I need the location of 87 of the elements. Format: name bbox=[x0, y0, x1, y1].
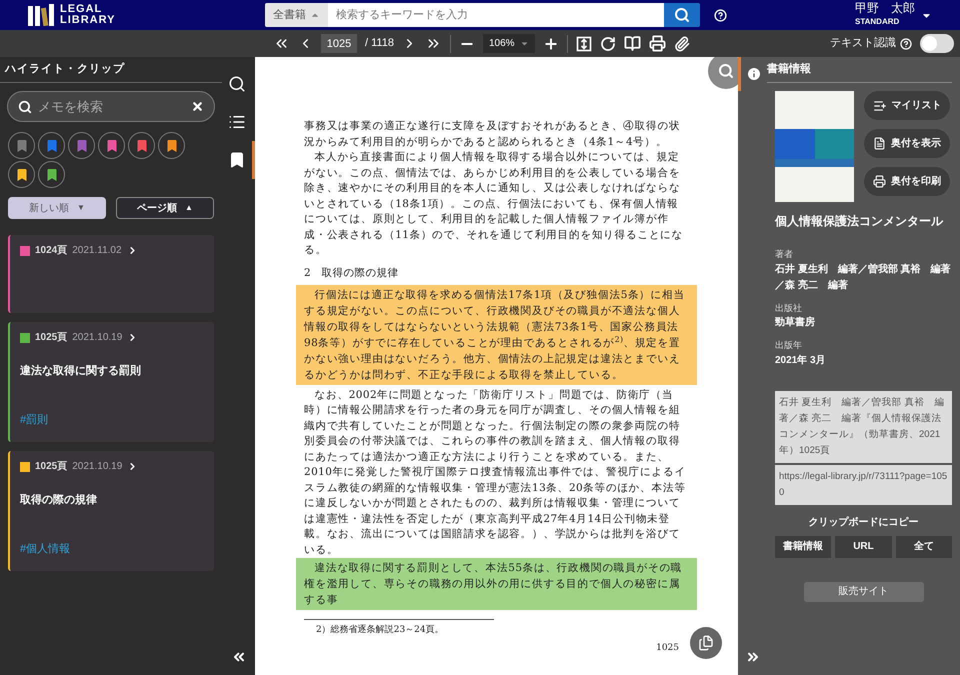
search-icon bbox=[718, 63, 734, 79]
clip-date: 2021.11.02 bbox=[72, 244, 122, 258]
search-field[interactable]: 検索するキーワードを入力 bbox=[328, 3, 664, 27]
list-icon bbox=[228, 113, 246, 131]
paperclip-icon[interactable] bbox=[674, 36, 690, 52]
clip-page: 1024頁 bbox=[35, 244, 68, 258]
memo-search-field[interactable]: メモを検索 bbox=[7, 91, 215, 122]
help-icon[interactable] bbox=[714, 8, 727, 22]
color-filter-button[interactable] bbox=[8, 161, 35, 188]
search-icon bbox=[18, 100, 32, 114]
clip-memo: 違法な取得に関する罰則 bbox=[20, 364, 142, 379]
copy-label: クリップボードにコピー bbox=[808, 515, 918, 530]
field-label: 出版年 bbox=[775, 339, 803, 352]
action-button[interactable]: マイリスト bbox=[864, 91, 950, 120]
field-value: 石井 夏生利 編著／曽我部 真裕 編著／森 亮二 編著 bbox=[775, 262, 952, 292]
panel-title: ハイライト・クリップ bbox=[5, 62, 125, 78]
sort-arrow: ▲ bbox=[185, 202, 193, 214]
field-value: 2021年 3月 bbox=[775, 354, 827, 368]
clip-page: 1025頁 bbox=[35, 331, 68, 345]
highlighted-paragraph: 行個法には適正な取得を求める個情法17条1項（及び独個法5条）に相当する規定がない。この点について、行政機関及びその職員が不適法な個人情報の取得をしてはならないという法規範（憲法73条1号、国家公務員法98条等）がすでに存在していることが理由であるとされるが$^{2)}$、規定を置かない強い理由はないだろう。他方、個情法の上記規定は違法とまでいえるかどうかは問わず、不正な手段による取得を禁止している。 bbox=[296, 284, 697, 384]
print-icon[interactable] bbox=[648, 35, 666, 52]
copy-button[interactable]: URL bbox=[835, 536, 892, 558]
zoom-in-icon[interactable] bbox=[542, 36, 559, 52]
bookmark-icon bbox=[228, 151, 246, 169]
zoom-dropdown[interactable]: 106% bbox=[482, 34, 535, 53]
color-filter-button[interactable] bbox=[158, 132, 185, 159]
page-total: / 1118 bbox=[365, 36, 394, 52]
document-icon bbox=[873, 137, 886, 150]
footnote: 2）総務省逐条解説23～24頁。 bbox=[316, 624, 445, 636]
action-button[interactable]: 奥付を表示 bbox=[864, 129, 950, 158]
clip-card[interactable]: 1025頁 2021.10.19 違法な取得に関する罰則 #罰則 bbox=[8, 322, 214, 442]
paragraph: なお、2002年に問題となった「防衛庁リスト」問題では、防衛庁（当時）に情報公開請求を行った者の身元を同庁が調査し、その個人情報を組織内で共有していたことが問題となった。行個法制定の際の衆参両院の特別委員会の付帯決議では、これらの事件の教訓を踏まえ、個人情報の取得にあたっては適法かつ適正な方法により行うことを求めている。また、2010年に発覚した警視庁国際テロ捜査情報流出事件では、警視庁によるイスラム教徒の網羅的な情報収集・管理が憲法13条、20条等のほか、本法等に違反しないかが問題とされたものの、裁判所は情報収集・管理については違憲性・違法性を否定したが（東京高判平成27年4月14日公刊物未登載。なお、流出については国賠請求を認容。）、学説からは批判を浴びている。 bbox=[303, 388, 687, 558]
citation-text: 石井 夏生利 編著／曽我部 真裕 編著／森 亮二 編著『個人情報保護法コンメンタール』（勁草書房、2021年）1025頁 bbox=[775, 390, 952, 462]
sort-arrow: ▼ bbox=[77, 202, 85, 214]
book-title: 個人情報保護法コンメンタール bbox=[775, 213, 944, 230]
color-filter-button[interactable] bbox=[68, 132, 95, 159]
url-text: https://legal-library.jp/r/73111?page=1050 bbox=[775, 464, 952, 504]
field-label: 出版社 bbox=[775, 302, 803, 314]
logo-icon bbox=[28, 4, 54, 26]
paragraph: 事務又は事業の適正な遂行に支障を及ぼすおそれがあるとき、④取得の状況からみて利用目的が明らかであると認められるとき（4条1～4号）。 bbox=[303, 119, 682, 150]
copy-button[interactable]: 書籍情報 bbox=[775, 536, 832, 558]
book-icon[interactable] bbox=[624, 35, 641, 52]
clip-page: 1025頁 bbox=[35, 460, 68, 474]
color-filter-button[interactable] bbox=[128, 132, 155, 159]
search-icon bbox=[674, 7, 690, 23]
user-name: 甲野 太郎 bbox=[855, 2, 915, 15]
color-filter-button[interactable] bbox=[8, 132, 35, 159]
search-button[interactable] bbox=[664, 3, 700, 27]
clip-memo: 取得の際の規律 bbox=[20, 492, 98, 508]
clip-tag[interactable]: #個人情報 bbox=[20, 540, 204, 557]
text-recognition-label: テキスト認識 bbox=[830, 36, 896, 52]
search-icon bbox=[228, 75, 246, 93]
field-label: 著者 bbox=[775, 248, 794, 261]
action-button[interactable]: 奥付を印刷 bbox=[864, 167, 950, 196]
logo-text: LIBRARY bbox=[60, 15, 116, 26]
clip-tag[interactable]: #罰則 bbox=[20, 412, 204, 428]
scope-dropdown[interactable]: 全書籍 bbox=[265, 3, 328, 27]
print-icon bbox=[873, 175, 886, 188]
memo-search-input[interactable]: メモを検索 bbox=[38, 96, 185, 116]
color-filter-button[interactable] bbox=[38, 161, 65, 188]
shop-button[interactable]: 販売サイト bbox=[804, 582, 924, 602]
clip-card[interactable]: 1024頁 2021.11.02 bbox=[8, 235, 214, 313]
clip-card[interactable]: 1025頁 2021.10.19 取得の際の規律 #個人情報 bbox=[8, 451, 214, 571]
rotate-icon[interactable] bbox=[600, 36, 616, 52]
panel-title: 書籍情報 bbox=[767, 62, 811, 78]
section-heading: 2 取得の際の規律 bbox=[304, 266, 400, 280]
field-value: 勁草書房 bbox=[775, 315, 816, 330]
copy-button[interactable]: 全て bbox=[896, 536, 952, 558]
user-plan: STANDARD bbox=[855, 16, 900, 28]
logo-text: LEGAL bbox=[60, 4, 104, 15]
paragraph: 本人から直接書面により個人情報を取得する場合以外については、規定がない。この点、個情法では、あらかじめ利用目的を公表している場合を除き、速やかにその利用目的を本人に通知し、又は公表しなければならないとされている（18条1項）。この点、行個法においても、保有個人情報については、原則として、利用目的を記載した個人情報ファイル簿が作成・公表される（11条）ので、それを通じて利用目的を知り得ることになる。 bbox=[303, 150, 684, 258]
sort-button[interactable]: 新しい順 ▼ bbox=[8, 197, 106, 219]
clear-icon[interactable] bbox=[191, 100, 204, 113]
list-plus-icon bbox=[872, 98, 886, 112]
color-filter-button[interactable] bbox=[98, 132, 125, 159]
fit-page-icon[interactable] bbox=[576, 36, 592, 52]
help-icon[interactable] bbox=[900, 38, 912, 50]
highlighted-paragraph: 違法な取得に関する罰則として、本法55条は、行政機関の職員がその職権を濫用して、専らその職務の用以外の用に供する目的で個人の秘密に属する事 bbox=[296, 558, 697, 610]
text-recognition-toggle[interactable] bbox=[920, 34, 954, 53]
files-icon bbox=[698, 635, 714, 651]
page-number: 1025 bbox=[656, 642, 679, 654]
page-field[interactable]: 1025 bbox=[321, 34, 357, 53]
clip-date: 2021.10.19 bbox=[72, 460, 122, 474]
clip-date: 2021.10.19 bbox=[72, 331, 122, 345]
color-filter-button[interactable] bbox=[38, 132, 65, 159]
info-icon bbox=[746, 66, 762, 82]
sort-button[interactable]: ページ順 ▲ bbox=[116, 197, 214, 219]
